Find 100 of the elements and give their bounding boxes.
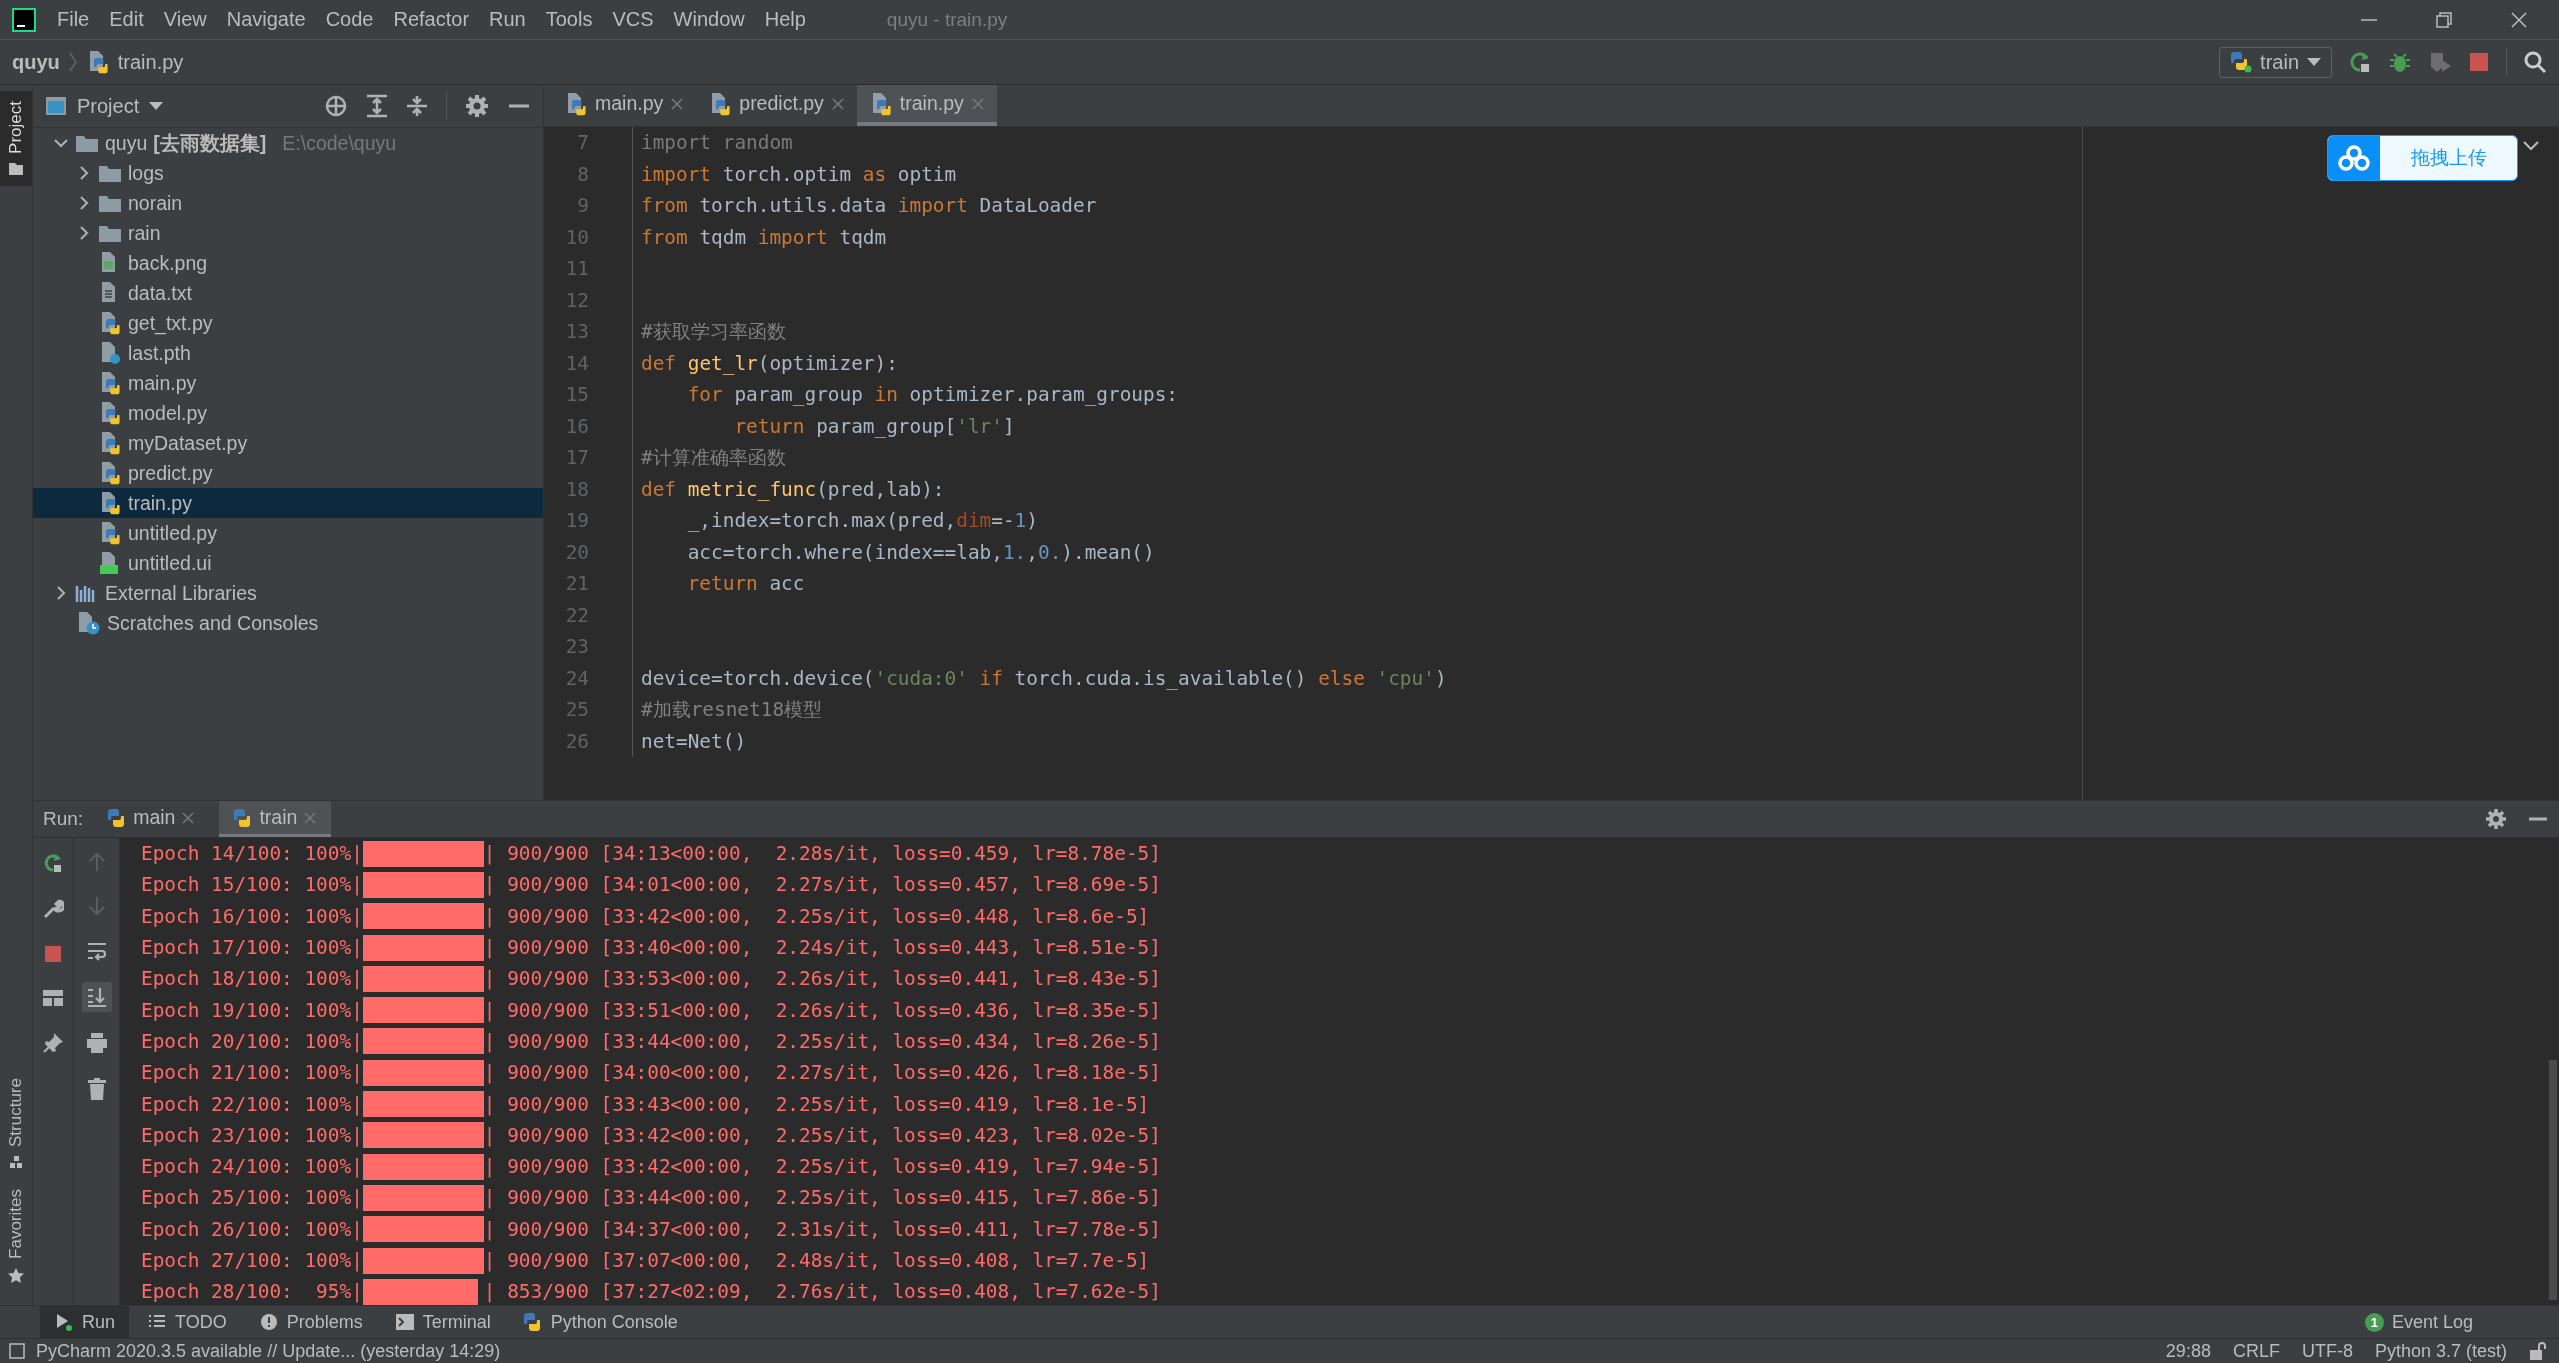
tree-item[interactable]: predict.py <box>33 458 543 488</box>
editor-tab[interactable]: predict.py <box>696 85 857 126</box>
trash-icon <box>86 1078 107 1100</box>
settings-icon[interactable] <box>2485 808 2507 830</box>
menu-item[interactable]: Refactor <box>384 4 479 35</box>
stop-icon[interactable] <box>2468 51 2490 73</box>
tree-item[interactable]: untitled.py <box>33 518 543 548</box>
tree-item[interactable]: Scratches and Consoles <box>33 608 543 638</box>
line-number: 26 <box>564 729 589 753</box>
console-text: | 900/900 [33:51<00:00, 2.26s/it, loss=0.436, lr=8.35e-5] <box>483 998 1161 1022</box>
editor-tab[interactable]: main.py <box>552 85 697 126</box>
tree-item[interactable]: myDataset.py <box>33 428 543 458</box>
tree-item[interactable]: rain <box>33 218 543 248</box>
menu-item[interactable]: View <box>154 4 216 35</box>
side-tab[interactable]: Favorites <box>0 1179 32 1295</box>
expand-all-icon[interactable] <box>366 94 388 118</box>
restore-icon[interactable] <box>2434 9 2454 30</box>
star-icon <box>7 1267 25 1285</box>
crosshair-icon[interactable] <box>324 94 348 118</box>
console-text: | 900/900 [34:37<00:00, 2.31s/it, loss=0.411, lr=7.78e-5] <box>483 1217 1161 1241</box>
line-number: 17 <box>564 446 589 470</box>
process-tab[interactable]: train <box>219 801 332 837</box>
tree-item[interactable]: main.py <box>33 368 543 398</box>
chevron-icon[interactable] <box>2522 140 2540 152</box>
tree-item[interactable]: logs <box>33 158 543 188</box>
tree-item[interactable]: data.txt <box>33 278 543 308</box>
breadcrumb-item[interactable]: train.py <box>117 50 184 74</box>
console-text: Epoch 19/100: 100%| <box>141 998 363 1022</box>
console-text: | 900/900 [33:53<00:00, 2.26s/it, loss=0.441, lr=8.43e-5] <box>483 967 1161 991</box>
settings-icon[interactable] <box>465 94 489 118</box>
scroll-to-end-button[interactable] <box>81 982 112 1012</box>
breadcrumb-item[interactable]: quyu <box>12 50 60 74</box>
panel-toggle-icon[interactable] <box>8 1342 26 1360</box>
bug-icon[interactable] <box>2388 50 2412 74</box>
run-config-dropdown[interactable]: train <box>2219 46 2332 78</box>
caret-icon[interactable] <box>149 101 164 111</box>
line-number: 15 <box>564 383 589 407</box>
tree-item[interactable]: External Libraries <box>33 578 543 608</box>
menu-item[interactable]: VCS <box>603 4 663 35</box>
upload-button[interactable]: 拖拽上传 <box>2327 135 2518 181</box>
panel-icon <box>45 96 67 116</box>
status-item[interactable]: UTF-8 <box>2301 1340 2353 1362</box>
tree-item[interactable]: train.py <box>33 488 543 518</box>
line-number: 12 <box>564 288 589 312</box>
collapse-all-icon[interactable] <box>406 94 428 118</box>
console-text: Epoch 26/100: 100%| <box>141 1217 363 1241</box>
tree-item[interactable]: get_txt.py <box>33 308 543 338</box>
lock-icon[interactable] <box>2529 1341 2547 1361</box>
tree-item[interactable]: back.png <box>33 248 543 278</box>
tree-item[interactable]: untitled.ui <box>33 548 543 578</box>
side-tab[interactable]: Structure <box>0 1068 32 1180</box>
code-line: from torch.utils.data import DataLoader <box>640 194 1097 218</box>
scrollbar[interactable] <box>2549 1060 2557 1300</box>
layout-icon <box>42 988 64 1008</box>
tree-item[interactable]: model.py <box>33 398 543 428</box>
tool-window-tab[interactable]: Python Console <box>508 1306 692 1338</box>
line-number: 16 <box>564 414 589 438</box>
line-number: 8 <box>576 162 589 186</box>
status-message[interactable]: PyCharm 2020.3.5 available // Update... (yesterday 14:29) <box>36 1340 501 1362</box>
line-number: 13 <box>564 320 589 344</box>
console-text: Epoch 21/100: 100%| <box>141 1061 363 1085</box>
panel-title[interactable]: Project <box>77 94 140 118</box>
menu-item[interactable]: Window <box>664 4 754 35</box>
tool-window-tab[interactable]: Terminal <box>380 1306 505 1338</box>
status-item[interactable]: CRLF <box>2232 1340 2280 1362</box>
folder-path: E:\code\quyu <box>282 131 397 155</box>
process-tab[interactable]: main <box>93 801 210 837</box>
event-log-button[interactable]: 1 Event Log <box>2358 1310 2479 1334</box>
menu-item[interactable]: Tools <box>536 4 602 35</box>
side-tab[interactable]: Project <box>0 91 32 186</box>
close-icon[interactable] <box>2509 9 2529 30</box>
menu-item[interactable]: Edit <box>100 4 153 35</box>
menu-item[interactable]: Help <box>755 4 815 35</box>
tree-item[interactable]: quyu [去雨数据集] E:\code\quyu <box>33 128 543 158</box>
code-line: def metric_func(pred,lab): <box>640 477 945 501</box>
menu-item[interactable]: Navigate <box>217 4 315 35</box>
tree-item[interactable]: norain <box>33 188 543 218</box>
wrench-icon <box>42 898 64 920</box>
tree-item[interactable]: last.pth <box>33 338 543 368</box>
panel-title: Run: <box>43 808 84 830</box>
line-number: 14 <box>564 351 589 375</box>
tool-window-tab[interactable]: Problems <box>244 1306 377 1338</box>
line-number: 20 <box>564 540 589 564</box>
tool-window-tab[interactable]: Run <box>40 1306 130 1338</box>
status-item[interactable]: Python 3.7 (test) <box>2374 1340 2507 1362</box>
console-text: | 900/900 [34:01<00:00, 2.27s/it, loss=0.457, lr=8.69e-5] <box>483 873 1161 897</box>
search-icon[interactable] <box>2523 50 2547 74</box>
warning-icon <box>258 1312 279 1332</box>
status-item[interactable]: 29:88 <box>2165 1340 2211 1362</box>
console-text: Epoch 22/100: 100%| <box>141 1092 363 1116</box>
menu-item[interactable]: File <box>48 4 99 35</box>
menu-item[interactable]: Code <box>316 4 383 35</box>
rerun-icon[interactable] <box>2348 50 2372 74</box>
stop-icon <box>43 944 63 964</box>
tool-window-tab[interactable]: TODO <box>133 1306 241 1338</box>
code-line: acc=torch.where(index==lab,1.,0.).mean() <box>686 540 1155 564</box>
console-text: Epoch 27/100: 100%| <box>141 1249 363 1272</box>
editor-tab[interactable]: train.py <box>856 85 997 126</box>
wrap-icon <box>85 940 108 962</box>
menu-item[interactable]: Run <box>480 4 535 35</box>
